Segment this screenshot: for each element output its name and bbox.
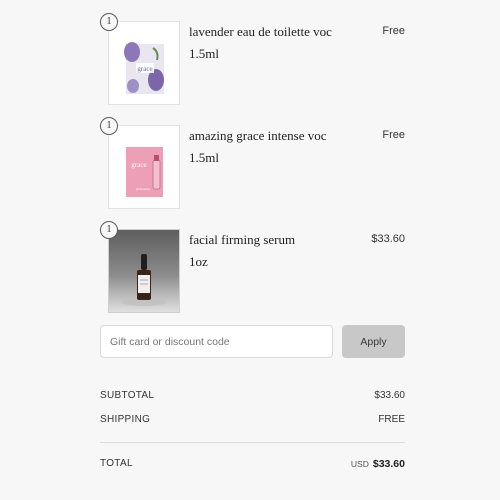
item-size: 1.5ml <box>189 150 219 165</box>
cart-item: 1 grace philosophy amazing grace intense… <box>100 117 405 215</box>
item-name[interactable]: facial firming serum <box>189 232 295 248</box>
shipping-label: SHIPPING <box>100 414 151 425</box>
subtotal-value: $33.60 <box>374 390 405 401</box>
svg-text:grace: grace <box>137 65 152 73</box>
lavender-sachet-icon: grace <box>108 21 180 105</box>
quantity-badge: 1 <box>100 221 118 239</box>
cart-item: 1 facial firming serum 1oz $33.60 <box>100 221 405 319</box>
quantity-badge: 1 <box>100 117 118 135</box>
summary-divider <box>100 442 405 443</box>
item-price: $33.60 <box>371 233 405 245</box>
subtotal-label: SUBTOTAL <box>100 390 155 401</box>
item-name[interactable]: amazing grace intense voc <box>189 128 327 144</box>
svg-text:philosophy: philosophy <box>136 187 151 191</box>
total-label: TOTAL <box>100 458 133 469</box>
quantity-badge: 1 <box>100 13 118 31</box>
total-value: $33.60 <box>372 458 405 470</box>
shipping-value: FREE <box>378 414 405 425</box>
item-price: Free <box>382 25 405 37</box>
item-size: 1oz <box>189 254 208 269</box>
cart-item: 1 grace lavender eau de toilette voc 1.5… <box>100 13 405 111</box>
amazing-grace-vial-card-icon: grace philosophy <box>108 125 180 209</box>
item-name[interactable]: lavender eau de toilette voc <box>189 24 332 40</box>
discount-code-input[interactable] <box>100 325 333 358</box>
currency-code: USD <box>350 459 369 469</box>
total-value-group: USD $33.60 <box>351 458 405 470</box>
serum-dropper-bottle-icon <box>108 229 180 313</box>
item-price: Free <box>382 129 405 141</box>
apply-button[interactable]: Apply <box>342 325 405 358</box>
item-size: 1.5ml <box>189 46 219 61</box>
svg-text:grace: grace <box>131 161 146 169</box>
